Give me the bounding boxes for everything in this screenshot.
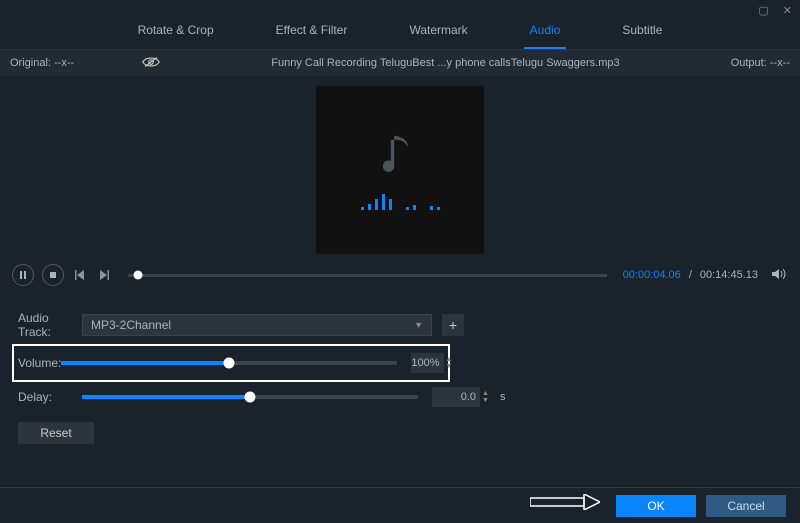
audiotrack-label: Audio Track: [18, 311, 82, 339]
tab-watermark[interactable]: Watermark [403, 15, 473, 49]
preview-area [0, 76, 800, 256]
maximize-icon[interactable]: ▢ [758, 4, 768, 17]
volume-label: Volume: [18, 356, 61, 370]
reset-button[interactable]: Reset [18, 422, 94, 444]
volume-slider[interactable] [61, 361, 397, 365]
audio-preview-placeholder [316, 86, 484, 254]
delay-knob[interactable] [245, 392, 256, 403]
tab-rotate-crop[interactable]: Rotate & Crop [132, 15, 220, 49]
volume-icon[interactable] [772, 268, 788, 283]
audio-controls: Audio Track: MP3-2Channel ▼ + Volume: 10… [0, 294, 800, 412]
prev-button[interactable] [72, 267, 88, 283]
filename-label: Funny Call Recording TeluguBest ...y pho… [160, 57, 731, 69]
volume-row-highlight: Volume: 100% ▲ ▼ [12, 344, 450, 382]
playback-bar: 00:00:04.06 / 00:14:45.13 [0, 256, 800, 294]
chevron-down-icon: ▼ [414, 320, 423, 330]
progress-knob[interactable] [133, 271, 142, 280]
tab-audio[interactable]: Audio [524, 15, 567, 49]
current-time: 00:00:04.06 [623, 269, 681, 281]
equalizer-icon [361, 194, 440, 210]
stop-button[interactable] [42, 264, 64, 286]
annotation-arrow [530, 494, 600, 513]
tab-bar: Rotate & Crop Effect & Filter Watermark … [0, 15, 800, 50]
volume-value[interactable]: 100% [411, 353, 443, 373]
volume-stepper-down[interactable]: ▼ [446, 363, 453, 370]
music-note-icon [382, 131, 418, 180]
delay-slider[interactable] [82, 395, 418, 399]
info-bar: Original: --x-- Funny Call Recording Tel… [0, 50, 800, 76]
delay-label: Delay: [18, 390, 82, 404]
pause-button[interactable] [12, 264, 34, 286]
delay-stepper-up[interactable]: ▲ [482, 390, 494, 397]
original-resolution-label: Original: --x-- [10, 57, 74, 69]
close-icon[interactable]: ✕ [783, 4, 792, 17]
footer: OK Cancel [0, 487, 800, 523]
delay-value[interactable]: 0.0 [432, 387, 480, 407]
volume-stepper-up[interactable]: ▲ [446, 356, 453, 363]
audiotrack-select[interactable]: MP3-2Channel ▼ [82, 314, 432, 336]
cancel-button[interactable]: Cancel [706, 495, 786, 517]
ok-button[interactable]: OK [616, 495, 696, 517]
delay-stepper-down[interactable]: ▼ [482, 397, 494, 404]
delay-unit: s [500, 391, 506, 403]
preview-toggle-icon[interactable] [142, 55, 160, 72]
progress-slider[interactable] [128, 274, 607, 277]
next-button[interactable] [96, 267, 112, 283]
tab-subtitle[interactable]: Subtitle [616, 15, 668, 49]
add-audiotrack-button[interactable]: + [442, 314, 464, 336]
volume-knob[interactable] [224, 358, 235, 369]
total-time: 00:14:45.13 [700, 269, 758, 281]
tab-effect-filter[interactable]: Effect & Filter [270, 15, 354, 49]
time-separator: / [689, 269, 692, 281]
audiotrack-value: MP3-2Channel [91, 318, 171, 332]
output-resolution-label: Output: --x-- [731, 57, 790, 69]
